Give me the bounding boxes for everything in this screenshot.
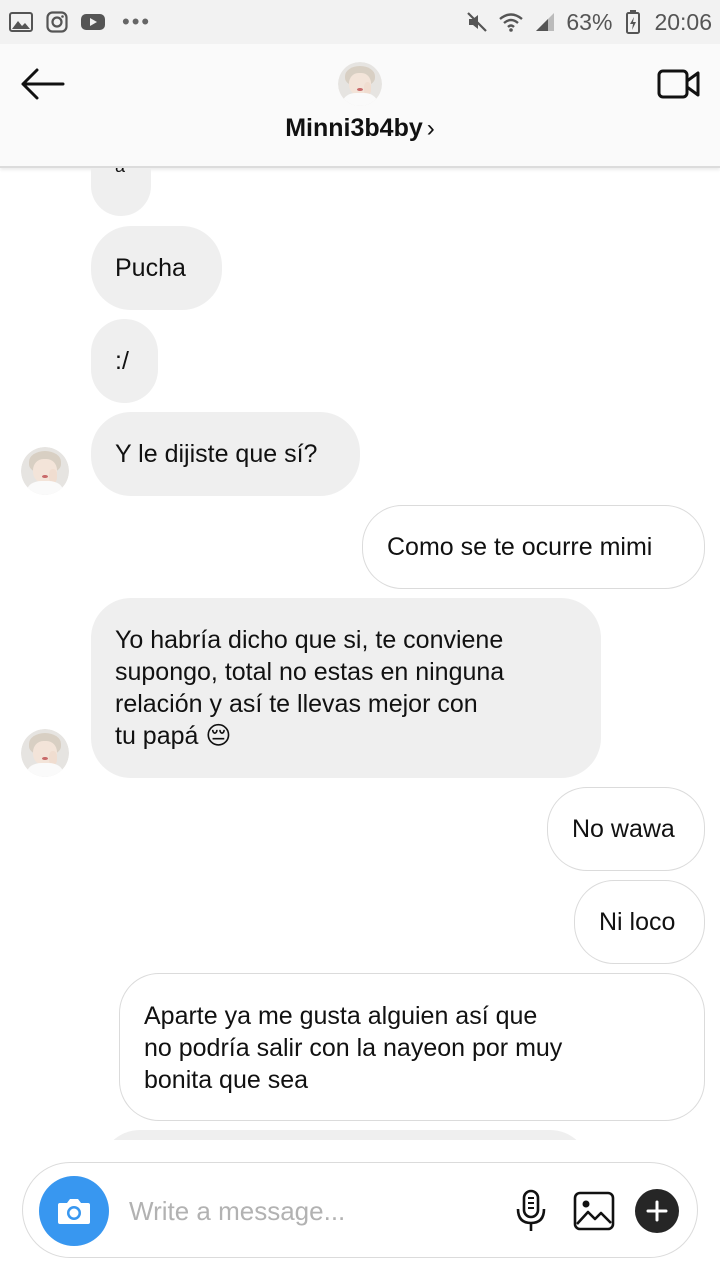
camera-button[interactable]	[39, 1176, 109, 1246]
instagram-icon	[44, 9, 70, 35]
image-icon	[573, 1191, 615, 1231]
username-title[interactable]: Minni3b4by ›	[0, 114, 720, 143]
message-bubble-incoming-partial[interactable]	[100, 1130, 590, 1140]
message-thread[interactable]: a Pucha :/ Y le dijiste que sí? Como se …	[0, 168, 720, 1140]
message-input[interactable]	[129, 1191, 489, 1231]
wifi-icon	[498, 9, 524, 35]
message-text: a	[115, 168, 125, 182]
message-composer	[22, 1162, 698, 1258]
message-line: no podría salir con la nayeon por muy	[144, 1034, 563, 1062]
avatar-photo	[21, 729, 69, 777]
message-text-block: Yo habría dicho que si, te conviene supo…	[115, 624, 504, 752]
message-text: :/	[115, 347, 129, 375]
message-bubble-incoming[interactable]: a	[91, 168, 151, 216]
message-line: Aparte ya me gusta alguien así que	[144, 1002, 538, 1030]
username-text: Minni3b4by	[285, 114, 423, 142]
battery-percent: 63%	[566, 8, 613, 35]
camera-icon	[58, 1199, 90, 1224]
message-bubble-outgoing[interactable]: Aparte ya me gusta alguien así que no po…	[119, 973, 705, 1121]
video-camera-icon	[657, 69, 700, 99]
message-text: Y le dijiste que sí?	[115, 440, 318, 468]
battery-icon	[620, 9, 646, 35]
profile-avatar[interactable]	[338, 62, 382, 106]
message-bubble-outgoing[interactable]: Ni loco	[574, 880, 705, 964]
message-text-block: Aparte ya me gusta alguien así que no po…	[144, 1000, 562, 1096]
more-notifications-icon: •••	[122, 9, 152, 34]
more-options-button[interactable]	[635, 1189, 679, 1233]
signal-icon	[532, 9, 558, 35]
message-text: Pucha	[115, 254, 186, 282]
back-button[interactable]	[16, 62, 68, 106]
status-bar: ••• 63% 20:06	[0, 0, 720, 44]
mute-icon	[464, 9, 490, 35]
plus-icon	[646, 1200, 668, 1222]
message-bubble-incoming[interactable]: :/	[91, 319, 158, 403]
chevron-right-icon: ›	[426, 115, 435, 142]
avatar-photo	[338, 62, 382, 106]
avatar-photo	[21, 447, 69, 495]
sender-avatar[interactable]	[21, 447, 69, 495]
youtube-icon	[80, 9, 106, 35]
message-text: No wawa	[572, 815, 675, 843]
back-arrow-icon	[21, 68, 65, 100]
message-line: tu papá 😔	[115, 722, 232, 750]
message-line: bonita que sea	[144, 1066, 309, 1094]
message-line: Yo habría dicho que si, te conviene	[115, 626, 504, 654]
chat-header: Minni3b4by ›	[0, 44, 720, 168]
message-text: Ni loco	[599, 908, 676, 936]
message-bubble-incoming[interactable]: Yo habría dicho que si, te conviene supo…	[91, 598, 601, 778]
message-bubble-incoming[interactable]: Pucha	[91, 226, 222, 310]
sender-avatar[interactable]	[21, 729, 69, 777]
message-line: supongo, total no estas en ninguna	[115, 658, 505, 686]
clock-time: 20:06	[654, 8, 712, 35]
message-bubble-outgoing[interactable]: Como se te ocurre mimi	[362, 505, 705, 589]
microphone-icon	[516, 1189, 546, 1231]
gallery-button[interactable]	[571, 1187, 617, 1235]
message-line: relación y así te llevas mejor con	[115, 690, 478, 718]
voice-message-button[interactable]	[509, 1187, 553, 1235]
message-text: Como se te ocurre mimi	[387, 533, 653, 561]
video-call-button[interactable]	[656, 64, 702, 104]
gallery-icon	[8, 9, 34, 35]
message-bubble-outgoing[interactable]: No wawa	[547, 787, 705, 871]
message-bubble-incoming[interactable]: Y le dijiste que sí?	[91, 412, 360, 496]
